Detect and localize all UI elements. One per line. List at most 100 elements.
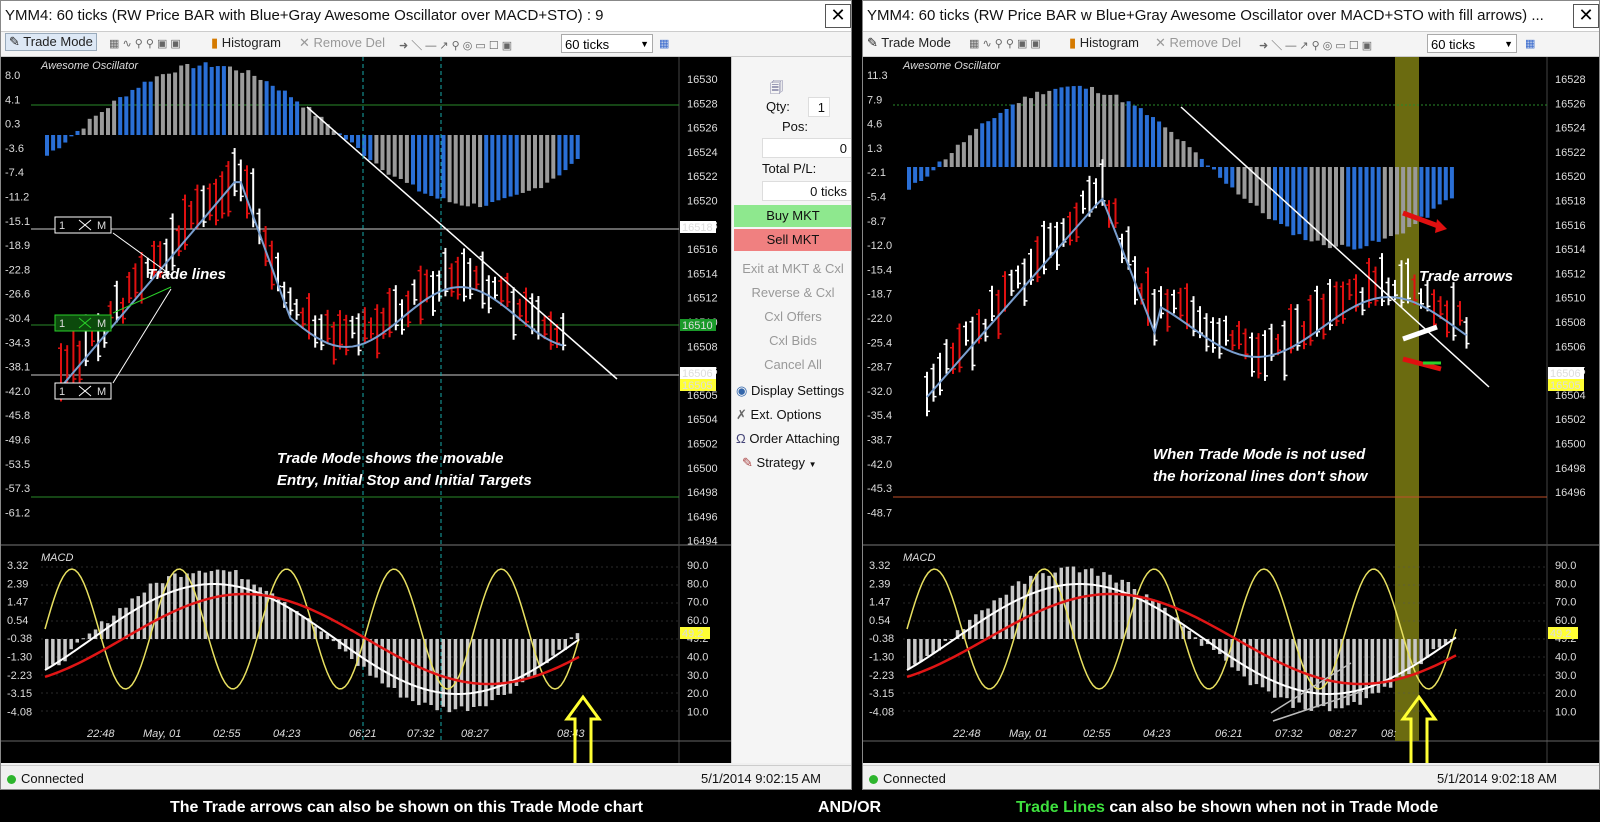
connection-status-icon	[7, 775, 16, 784]
price-tick: 16494	[687, 536, 718, 548]
chart-toolbar: ✎ Trade Mode ▦ ∿ ⚲ ⚲ ▣ ▣ ▮ Histogram ✕ R…	[863, 32, 1599, 57]
macd-histogram-bar	[1321, 639, 1326, 707]
oscillator-y-tick: 8.0	[5, 70, 20, 82]
price-tick: 16496	[1555, 487, 1586, 499]
cancel-offers-button[interactable]: Cxl Offers	[732, 309, 851, 324]
ao-bar	[167, 73, 171, 135]
reverse-cancel-button[interactable]: Reverse & Cxl	[732, 285, 851, 300]
ao-bar	[185, 64, 190, 135]
ao-bar	[1327, 167, 1332, 249]
trade-arrows-note: Trade arrows	[1419, 268, 1513, 285]
oscillator-y-tick: -38.7	[867, 435, 892, 447]
stochastic-y-tick: 70.0	[1555, 597, 1576, 609]
oscillator-y-tick: -61.2	[5, 507, 30, 519]
price-tick: 16526	[1555, 98, 1586, 110]
time-tick: 08:27	[1329, 728, 1357, 740]
drawing-tools[interactable]: ➜ ＼ — ↗ ⚲ ◎ ▭ ☐ ▣	[1259, 37, 1372, 53]
macd-histogram-bar	[1126, 582, 1131, 639]
macd-histogram-bar	[1358, 639, 1362, 705]
ao-bar	[313, 115, 318, 135]
ao-bar	[575, 135, 580, 159]
time-tick: 04:23	[273, 728, 301, 740]
macd-y-tick: 3.32	[7, 560, 28, 572]
time-tick: 06:21	[349, 728, 377, 740]
macd-histogram-bar	[411, 639, 415, 702]
ao-bar	[1126, 101, 1131, 167]
ao-bar	[301, 107, 306, 135]
cancel-bids-button[interactable]: Cxl Bids	[732, 333, 851, 348]
macd-histogram-bar	[51, 639, 55, 665]
ao-bar	[1352, 167, 1357, 250]
ao-bar	[943, 159, 948, 167]
ao-bar	[142, 81, 147, 135]
buy-market-button[interactable]: Buy MKT	[734, 205, 851, 227]
chart-area: Awesome Oscillator MACD 8.0 4.1 0.3 -3.6 -7.4 -…	[1, 57, 731, 773]
toolbar-icon-group[interactable]: ▦ ∿ ⚲ ⚲ ▣ ▣	[969, 37, 1041, 50]
price-marker-text: 16505	[682, 380, 713, 392]
ao-bar	[1205, 165, 1210, 167]
grid-icon[interactable]: ▦	[659, 37, 669, 50]
trade-mode-button[interactable]: ✎ Trade Mode	[867, 35, 951, 51]
oscillator-y-tick: -25.4	[867, 337, 892, 349]
close-icon[interactable]: ✕	[1573, 4, 1599, 28]
strategy-item[interactable]: ✎ Strategy ▼	[742, 455, 817, 471]
drawing-tools[interactable]: ➜ ＼ — ↗ ⚲ ◎ ▭ ☐ ▣	[399, 37, 512, 53]
ao-bar	[270, 85, 275, 135]
ao-bar	[472, 135, 476, 204]
trade-mode-button[interactable]: ✎ Trade Mode	[5, 33, 97, 51]
ao-bar	[925, 167, 930, 177]
macd-histogram-bar	[551, 639, 555, 656]
price-tick: 16506	[1555, 341, 1586, 353]
macd-y-tick: 3.32	[869, 560, 890, 572]
ao-bar	[459, 135, 464, 206]
oscillator-y-tick: -15.1	[5, 216, 30, 228]
macd-histogram-bar	[1199, 639, 1204, 646]
ao-bar	[246, 70, 251, 135]
remove-del-label: Remove Del	[1169, 35, 1242, 50]
ao-bar	[154, 76, 159, 135]
price-tick: 16520	[1555, 171, 1586, 183]
exit-at-market-button[interactable]: Exit at MKT & Cxl	[732, 261, 851, 276]
price-tick: 16500	[1555, 439, 1586, 451]
macd-histogram-bar	[569, 637, 574, 639]
macd-histogram-bar	[1236, 639, 1240, 671]
grid-icon[interactable]: ▦	[1525, 37, 1535, 50]
oscillator-y-tick: -5.4	[867, 192, 886, 204]
macd-histogram-bar	[142, 592, 147, 639]
ticks-select[interactable]: 60 ticks ▼	[561, 34, 653, 53]
close-icon[interactable]: ✕	[825, 4, 851, 28]
caption-middle: AND/OR	[818, 799, 882, 816]
ao-bar	[1279, 167, 1284, 225]
ao-bar	[465, 135, 470, 207]
trade-panel: 🗐 Qty: 1 Pos: 0 Total P/L: 0 ticks Buy M…	[731, 57, 851, 763]
order-marker-qty: 1	[59, 386, 65, 398]
histogram-button[interactable]: ▮ Histogram	[1069, 35, 1139, 51]
ao-bar	[136, 87, 141, 135]
ext-options-item[interactable]: ✗ Ext. Options	[736, 407, 821, 423]
left-chart-svg: Awesome Oscillator MACD 8.0 4.1 0.3 -3.6 -7.4 -…	[1, 57, 731, 773]
order-attaching-item[interactable]: Ω Order Attaching	[736, 431, 840, 446]
ao-bar	[1083, 88, 1088, 167]
remove-del-button[interactable]: ✕ Remove Del	[1155, 35, 1241, 51]
histogram-button[interactable]: ▮ Histogram	[211, 35, 281, 51]
macd-histogram-bar	[1035, 573, 1039, 639]
remove-del-button[interactable]: ✕ Remove Del	[299, 35, 385, 51]
sell-market-button[interactable]: Sell MKT	[734, 229, 851, 251]
macd-histogram-bar	[1352, 639, 1356, 703]
qty-input[interactable]: 1	[808, 97, 830, 117]
histogram-label: Histogram	[1079, 35, 1140, 50]
macd-histogram-bar	[1193, 637, 1198, 639]
ticks-select[interactable]: 60 ticks ▼	[1427, 34, 1517, 53]
ao-bar	[81, 128, 86, 135]
ao-bar	[57, 135, 62, 149]
stochastic-y-tick: 90.0	[687, 560, 708, 572]
toolbar-icon-group[interactable]: ▦ ∿ ⚲ ⚲ ▣ ▣	[109, 37, 181, 50]
ao-bar	[392, 135, 397, 177]
histogram-icon: ▮	[211, 35, 222, 50]
cancel-all-button[interactable]: Cancel All	[732, 357, 851, 372]
price-tick: 16522	[1555, 147, 1586, 159]
macd-histogram-bar	[1254, 639, 1259, 685]
price-marker-text: 16506	[682, 368, 713, 380]
stochastic-y-tick: 40.0	[687, 652, 708, 664]
display-settings-item[interactable]: ◉ Display Settings	[736, 383, 844, 399]
